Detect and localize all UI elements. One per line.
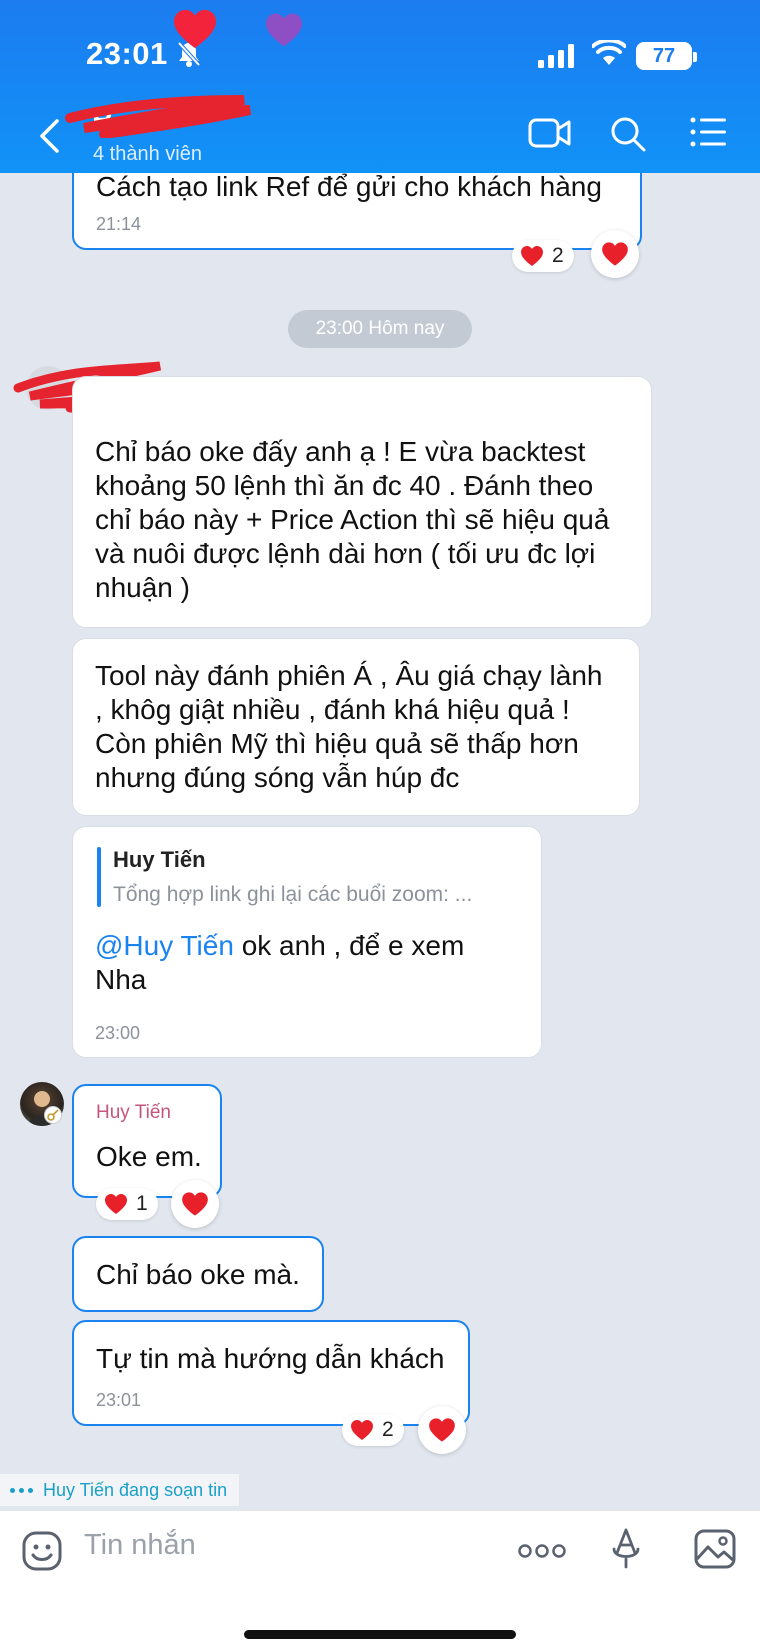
message-bubble[interactable]: Chỉ báo oke mà. xyxy=(72,1236,324,1312)
video-call-icon[interactable] xyxy=(528,116,572,150)
quoted-text[interactable]: Tổng hợp link ghi lại các buổi zoom: ... xyxy=(113,883,472,907)
mention-link[interactable]: @Huy Tiến xyxy=(95,930,234,961)
message-text: Chỉ báo oke mà. xyxy=(96,1259,300,1290)
typing-text: Huy Tiến đang soạn tin xyxy=(43,1479,228,1500)
quoted-sender[interactable]: Huy Tiến xyxy=(113,847,206,873)
heart-icon xyxy=(602,242,628,266)
reaction-count[interactable]: 2 xyxy=(512,240,574,272)
message-text: Tự tin mà hướng dẫn khách xyxy=(96,1343,445,1374)
message-text-part: ok anh , để e xem xyxy=(233,930,465,961)
message-text: Chỉ báo oke đấy anh ạ ! E vừa backtest k… xyxy=(95,436,610,603)
reaction-count-value: 2 xyxy=(552,244,564,267)
react-button[interactable] xyxy=(591,230,639,278)
red-heart-sticker-icon xyxy=(174,9,216,49)
message-bubble[interactable]: Tool này đánh phiên Á , Âu giá chạy lành… xyxy=(72,638,640,816)
heart-icon xyxy=(521,246,543,266)
heart-icon xyxy=(182,1192,208,1216)
reaction-count[interactable]: 2 xyxy=(342,1414,404,1446)
message-bubble[interactable]: Chỉ báo oke đấy anh ạ ! E vừa backtest k… xyxy=(72,376,652,628)
chat-area[interactable]: Cách tạo link Ref để gửi cho khách hàng … xyxy=(0,0,760,1652)
quote-bar xyxy=(97,847,101,907)
heart-icon xyxy=(351,1420,373,1440)
message-text: Cách tạo link Ref để gửi cho khách hàng xyxy=(96,171,602,202)
more-options-icon[interactable] xyxy=(518,1543,566,1559)
message-text-line: Nha xyxy=(95,964,147,995)
typing-dots-icon xyxy=(10,1487,33,1493)
status-time: 23:01 xyxy=(86,36,168,71)
message-time: 23:01 xyxy=(96,1390,142,1410)
date-separator: 23:00 Hôm nay xyxy=(288,310,472,348)
search-icon[interactable] xyxy=(610,116,646,152)
wifi-icon xyxy=(592,40,626,65)
message-text: Oke em. xyxy=(96,1141,202,1172)
typing-indicator: Huy Tiến đang soạn tin xyxy=(0,1474,240,1506)
message-time: 21:14 xyxy=(96,214,142,234)
menu-list-icon[interactable] xyxy=(690,116,728,148)
reply-message-bubble[interactable]: Huy Tiến Tổng hợp link ghi lại các buổi … xyxy=(72,826,542,1058)
message-bubble[interactable]: Tự tin mà hướng dẫn khách 23:01 xyxy=(72,1320,470,1426)
message-input[interactable]: Tin nhắn xyxy=(84,1529,196,1562)
message-time: 23:00 xyxy=(95,1023,141,1043)
heart-icon xyxy=(429,1418,455,1442)
react-button[interactable] xyxy=(418,1406,466,1454)
battery-indicator: 77 xyxy=(636,42,697,70)
reaction-count[interactable]: 1 xyxy=(96,1188,158,1220)
sender-name[interactable]: Huy Tiến xyxy=(96,1102,171,1124)
emoji-sticker-icon[interactable] xyxy=(22,1531,62,1571)
redacted-group-name-scribble xyxy=(65,95,252,138)
reaction-count-value: 1 xyxy=(136,1192,148,1215)
key-badge-icon xyxy=(44,1106,62,1124)
chat-header: 23:01 77 B 4 thành viên xyxy=(0,0,760,173)
back-chevron-icon[interactable] xyxy=(38,118,60,154)
message-text: @Huy Tiến ok anh , để e xem Nha xyxy=(95,929,525,997)
purple-heart-sticker-icon xyxy=(266,13,302,47)
home-indicator[interactable] xyxy=(244,1630,516,1639)
heart-icon xyxy=(105,1194,127,1214)
member-count[interactable]: 4 thành viên xyxy=(93,143,202,166)
reaction-count-value: 2 xyxy=(382,1418,394,1441)
cellular-signal-icon xyxy=(538,44,574,68)
message-text: Tool này đánh phiên Á , Âu giá chạy lành… xyxy=(95,660,603,793)
react-button[interactable] xyxy=(171,1180,219,1228)
image-gallery-icon[interactable] xyxy=(694,1529,736,1569)
voice-microphone-icon[interactable] xyxy=(610,1527,642,1569)
